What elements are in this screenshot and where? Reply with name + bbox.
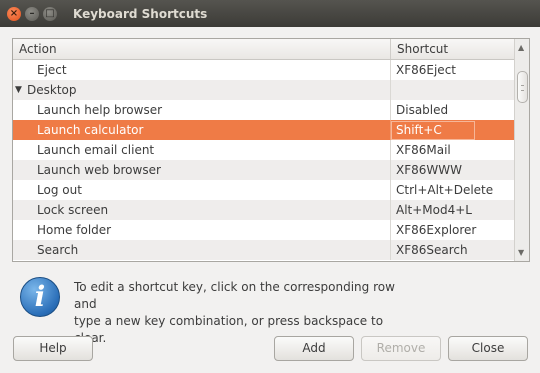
table-row[interactable]: Search XF86Search	[13, 240, 514, 260]
column-divider	[390, 100, 391, 120]
group-label: Desktop	[27, 83, 77, 97]
table-rows: Eject XF86Eject ▼ Desktop Launch help br…	[13, 60, 514, 260]
table-group-row[interactable]: ▼ Desktop	[13, 80, 514, 100]
minimize-window-button[interactable]: –	[25, 6, 39, 21]
column-header-action[interactable]: Action	[13, 39, 391, 59]
row-action: Lock screen	[37, 203, 109, 217]
vertical-scrollbar[interactable]: ▲ ▼	[514, 39, 529, 261]
row-action: Launch email client	[37, 143, 155, 157]
row-shortcut[interactable]: XF86Explorer	[396, 220, 476, 240]
keyboard-shortcuts-window: × – □ Keyboard Shortcuts Action Shortcut…	[0, 0, 540, 373]
table-row[interactable]: Launch help browser Disabled	[13, 100, 514, 120]
table-row[interactable]: Log out Ctrl+Alt+Delete	[13, 180, 514, 200]
table-row[interactable]: Home folder XF86Explorer	[13, 220, 514, 240]
help-button[interactable]: Help	[13, 336, 93, 361]
table-row-selected[interactable]: Launch calculator Shift+C	[13, 120, 514, 140]
info-message-line: To edit a shortcut key, click on the cor…	[74, 280, 395, 311]
row-action: Launch help browser	[37, 103, 163, 117]
table-row[interactable]: Launch web browser XF86WWW	[13, 160, 514, 180]
column-divider	[390, 240, 391, 260]
table-row[interactable]: Eject XF86Eject	[13, 60, 514, 80]
title-bar: × – □ Keyboard Shortcuts	[0, 0, 540, 27]
window-title: Keyboard Shortcuts	[73, 6, 208, 21]
remove-button[interactable]: Remove	[361, 336, 441, 361]
column-header-shortcut[interactable]: Shortcut	[391, 39, 448, 59]
row-shortcut[interactable]: XF86Mail	[396, 140, 451, 160]
shortcuts-table: Action Shortcut Eject XF86Eject ▼ Deskto…	[12, 38, 530, 262]
row-action: Search	[37, 243, 79, 257]
column-divider	[390, 60, 391, 80]
column-divider	[390, 160, 391, 180]
row-shortcut[interactable]: Alt+Mod4+L	[396, 200, 472, 220]
row-shortcut[interactable]: Shift+C	[396, 120, 442, 140]
row-shortcut[interactable]: Disabled	[396, 100, 448, 120]
column-divider	[390, 200, 391, 220]
column-divider	[390, 140, 391, 160]
row-action: Launch calculator	[37, 123, 144, 137]
row-action: Eject	[37, 63, 67, 77]
column-divider	[390, 80, 391, 100]
table-row[interactable]: Launch email client XF86Mail	[13, 140, 514, 160]
row-shortcut[interactable]: XF86Search	[396, 240, 468, 260]
column-divider	[390, 180, 391, 200]
row-shortcut[interactable]: Ctrl+Alt+Delete	[396, 180, 493, 200]
column-divider	[390, 220, 391, 240]
row-action: Log out	[37, 183, 82, 197]
scrollbar-thumb[interactable]	[517, 71, 528, 103]
table-header: Action Shortcut	[13, 39, 514, 60]
maximize-window-button[interactable]: □	[43, 6, 57, 21]
expander-arrow-icon[interactable]: ▼	[15, 80, 22, 100]
row-action: Home folder	[37, 223, 112, 237]
scroll-down-arrow-icon[interactable]: ▼	[518, 248, 524, 257]
close-window-button[interactable]: ×	[7, 6, 21, 21]
close-button[interactable]: Close	[448, 336, 528, 361]
row-shortcut[interactable]: XF86WWW	[396, 160, 462, 180]
scroll-up-arrow-icon[interactable]: ▲	[518, 43, 524, 52]
info-icon: i	[20, 277, 60, 317]
row-shortcut[interactable]: XF86Eject	[396, 60, 456, 80]
row-action: Launch web browser	[37, 163, 161, 177]
add-button[interactable]: Add	[274, 336, 354, 361]
table-row[interactable]: Lock screen Alt+Mod4+L	[13, 200, 514, 220]
